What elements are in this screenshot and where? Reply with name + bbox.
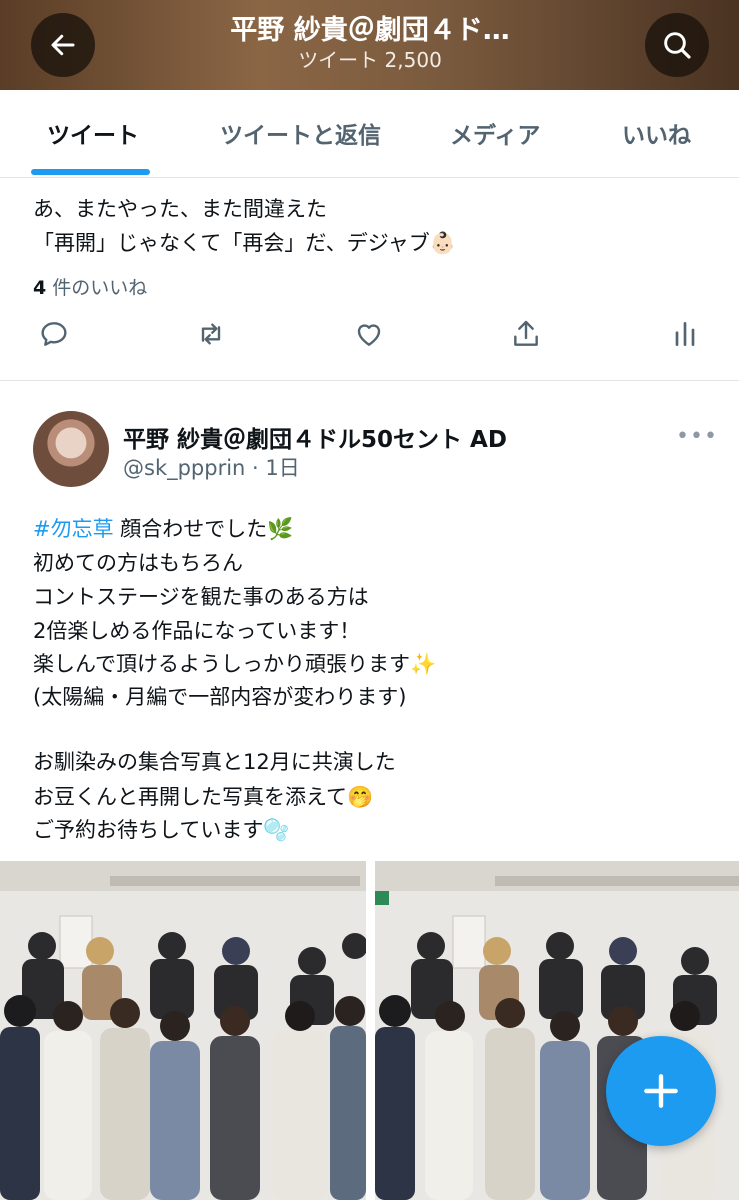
tab-likes[interactable]: いいね: [622, 116, 691, 150]
compose-tweet-button[interactable]: [606, 1036, 716, 1146]
back-button[interactable]: [31, 13, 95, 77]
tweet-text-line: コントステージを観た事のある方は: [33, 585, 369, 609]
tweet-count: ツイート 2,500: [298, 48, 442, 72]
search-button[interactable]: [645, 13, 709, 77]
more-options-icon[interactable]: •••: [676, 424, 718, 449]
profile-tabs: ツイート ツイートと返信 メディア いいね: [0, 90, 739, 178]
tweet-text-line: 「再開」じゃなくて「再会」だ、デジャブ👶🏻: [33, 231, 456, 255]
tweet-photo-group[interactable]: [0, 861, 366, 1200]
hashtag-link[interactable]: #勿忘草: [33, 517, 114, 541]
reply-icon[interactable]: [36, 318, 72, 350]
active-tab-indicator: [31, 169, 150, 175]
group-photo-image: [375, 861, 739, 1200]
like-icon[interactable]: [351, 318, 387, 350]
likes-label: 件のいいね: [52, 277, 148, 299]
profile-header: 平野 紗貴＠劇団４ド… ツイート 2,500: [0, 0, 739, 90]
search-icon: [664, 32, 691, 59]
share-icon[interactable]: [508, 318, 544, 350]
likes-count: 4: [33, 277, 47, 299]
group-photo-image: [0, 861, 366, 1200]
tweet-text-line: 楽しんで頂けるようしっかり頑張ります✨: [33, 652, 437, 676]
tab-tweets-and-replies[interactable]: ツイートと返信: [220, 116, 381, 150]
tweet-text-line: お馴染みの集合写真と12月に共演した: [33, 750, 396, 774]
avatar[interactable]: [33, 411, 109, 487]
retweet-icon[interactable]: [193, 318, 229, 350]
tweet-text-line: あ、またやった、また間違えた: [33, 197, 327, 221]
profile-title: 平野 紗貴＠劇団４ド…: [230, 15, 510, 46]
analytics-icon[interactable]: [667, 318, 703, 350]
tweet-text: 顔合わせでした🌿: [113, 517, 294, 541]
plus-icon: [644, 1074, 678, 1108]
display-name[interactable]: 平野 紗貴＠劇団４ドル50セント AD: [123, 420, 507, 454]
user-handle[interactable]: @sk_ppprin · 1日: [123, 452, 300, 482]
tweet-text-line: 2倍楽しめる作品になっています！: [33, 619, 361, 643]
tab-media[interactable]: メディア: [450, 116, 540, 150]
tweet-text-line: ご予約お待ちしています🫧: [33, 818, 290, 842]
likes-summary[interactable]: 4 件のいいね: [33, 273, 147, 300]
tweet-text-line: (太陽編・月編で一部内容が変わります): [33, 685, 407, 709]
tweet-text-line: 初めての方はもちろん: [33, 551, 243, 575]
tweet-divider: [0, 380, 739, 381]
arrow-left-icon: [51, 34, 75, 56]
tab-tweets[interactable]: ツイート: [47, 116, 139, 150]
tweet-text-line: お豆くんと再開した写真を添えて🤭: [33, 785, 374, 809]
tweet-text-line: #勿忘草 顔合わせでした🌿: [33, 512, 293, 546]
tweet-photo-group[interactable]: [375, 861, 739, 1200]
